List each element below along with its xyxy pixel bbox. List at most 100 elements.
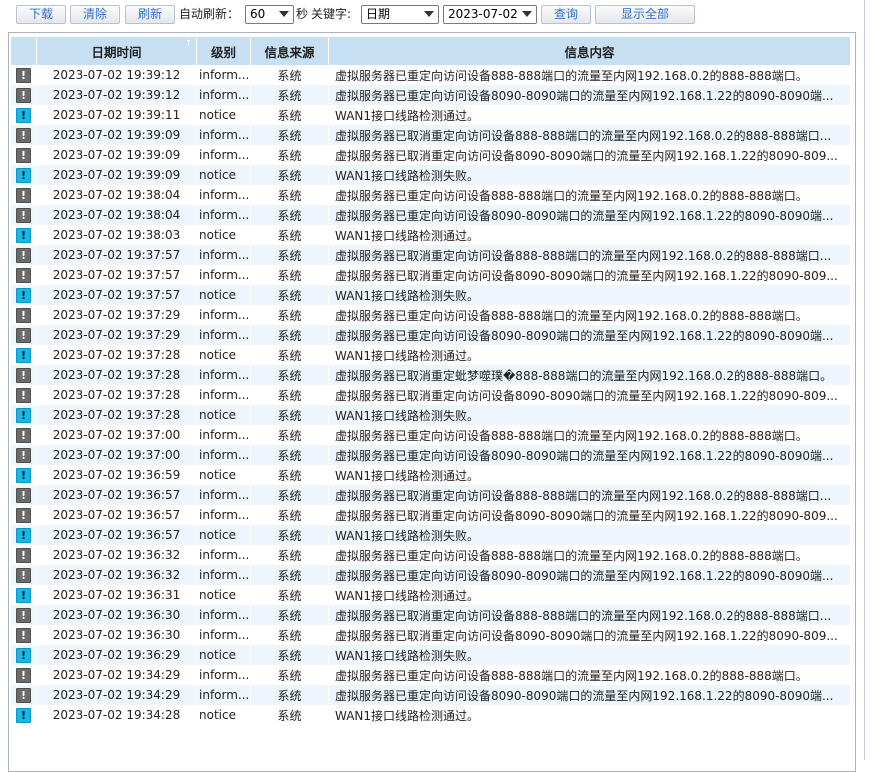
show-all-button[interactable]: 显示全部 [595, 5, 695, 24]
level-cell: inform... [197, 325, 251, 345]
download-button[interactable]: 下载 [16, 5, 66, 24]
level-cell: notice [197, 525, 251, 545]
table-row[interactable]: ! 2023-07-02 19:36:57 inform... 系统 虚拟服务器已取消重… [11, 485, 851, 505]
table-row[interactable]: ! 2023-07-02 19:37:28 notice 系统 WAN1接口线路检测通过… [11, 345, 851, 365]
datetime-cell: 2023-07-02 19:38:03 [37, 225, 197, 245]
datetime-cell: 2023-07-02 19:37:29 [37, 325, 197, 345]
table-row[interactable]: ! 2023-07-02 19:36:32 inform... 系统 虚拟服务器已重定向… [11, 545, 851, 565]
message-cell: WAN1接口线路检测通过。 [329, 585, 851, 605]
date-select[interactable]: 2023-07-02 [443, 5, 537, 24]
exclamation-cyan-icon: ! [16, 227, 31, 243]
source-cell: 系统 [251, 365, 329, 385]
table-row[interactable]: ! 2023-07-02 19:37:29 inform... 系统 虚拟服务器已重定向… [11, 325, 851, 345]
source-cell: 系统 [251, 245, 329, 265]
message-cell: 虚拟服务器已重定向访问设备888-888端口的流量至内网192.168.0.2的… [329, 665, 851, 685]
datetime-cell: 2023-07-02 19:34:29 [37, 665, 197, 685]
level-icon-cell: ! [11, 585, 37, 605]
exclamation-gray-icon: ! [16, 367, 31, 383]
level-cell: inform... [197, 505, 251, 525]
table-row[interactable]: ! 2023-07-02 19:37:28 inform... 系统 虚拟服务器已取消重… [11, 365, 851, 385]
exclamation-gray-icon: ! [16, 567, 31, 583]
table-row[interactable]: ! 2023-07-02 19:36:57 inform... 系统 虚拟服务器已取消重… [11, 505, 851, 525]
header-message[interactable]: 信息内容 [329, 37, 851, 65]
table-row[interactable]: ! 2023-07-02 19:34:29 inform... 系统 虚拟服务器已重定向… [11, 665, 851, 685]
level-cell: inform... [197, 445, 251, 465]
message-cell: WAN1接口线路检测通过。 [329, 105, 851, 125]
header-datetime[interactable]: 日期时间 [37, 37, 197, 65]
source-cell: 系统 [251, 625, 329, 645]
clear-button[interactable]: 清除 [70, 5, 120, 24]
header-level[interactable]: 级别 [197, 37, 251, 65]
level-icon-cell: ! [11, 285, 37, 305]
table-row[interactable]: ! 2023-07-02 19:37:57 inform... 系统 虚拟服务器已取消重… [11, 245, 851, 265]
auto-refresh-select[interactable]: 60 [245, 5, 294, 24]
table-row[interactable]: ! 2023-07-02 19:37:28 inform... 系统 虚拟服务器已取消重… [11, 385, 851, 405]
source-cell: 系统 [251, 705, 329, 725]
table-row[interactable]: ! 2023-07-02 19:38:04 inform... 系统 虚拟服务器已重定向… [11, 205, 851, 225]
chevron-down-icon [522, 11, 532, 17]
datetime-cell: 2023-07-02 19:36:59 [37, 465, 197, 485]
level-icon-cell: ! [11, 85, 37, 105]
datetime-cell: 2023-07-02 19:37:29 [37, 305, 197, 325]
exclamation-cyan-icon: ! [16, 407, 31, 423]
table-row[interactable]: ! 2023-07-02 19:34:29 inform... 系统 虚拟服务器已重定向… [11, 685, 851, 705]
table-row[interactable]: ! 2023-07-02 19:36:59 notice 系统 WAN1接口线路检测通过… [11, 465, 851, 485]
refresh-button[interactable]: 刷新 [125, 5, 175, 24]
table-row[interactable]: ! 2023-07-02 19:36:32 inform... 系统 虚拟服务器已重定向… [11, 565, 851, 585]
table-row[interactable]: ! 2023-07-02 19:39:12 inform... 系统 虚拟服务器已重定向… [11, 65, 851, 85]
level-icon-cell: ! [11, 665, 37, 685]
level-cell: inform... [197, 485, 251, 505]
table-row[interactable]: ! 2023-07-02 19:39:09 notice 系统 WAN1接口线路检测失败… [11, 165, 851, 185]
level-cell: notice [197, 585, 251, 605]
table-row[interactable]: ! 2023-07-02 19:36:57 notice 系统 WAN1接口线路检测失败… [11, 525, 851, 545]
source-cell: 系统 [251, 525, 329, 545]
header-source[interactable]: 信息来源 [251, 37, 329, 65]
table-row[interactable]: ! 2023-07-02 19:37:28 notice 系统 WAN1接口线路检测失败… [11, 405, 851, 425]
source-cell: 系统 [251, 265, 329, 285]
level-cell: notice [197, 645, 251, 665]
level-cell: inform... [197, 685, 251, 705]
message-cell: WAN1接口线路检测失败。 [329, 645, 851, 665]
keyword-field-select[interactable]: 日期 [361, 5, 439, 24]
message-cell: 虚拟服务器已取消重定向访问设备888-888端口的流量至内网192.168.0.… [329, 245, 851, 265]
exclamation-cyan-icon: ! [16, 107, 31, 123]
table-row[interactable]: ! 2023-07-02 19:39:09 inform... 系统 虚拟服务器已取消重… [11, 125, 851, 145]
table-row[interactable]: ! 2023-07-02 19:34:28 notice 系统 WAN1接口线路检测通过… [11, 705, 851, 725]
exclamation-gray-icon: ! [16, 607, 31, 623]
message-cell: 虚拟服务器已重定向访问设备888-888端口的流量至内网192.168.0.2的… [329, 185, 851, 205]
level-cell: inform... [197, 665, 251, 685]
message-cell: 虚拟服务器已取消重定向访问设备888-888端口的流量至内网192.168.0.… [329, 485, 851, 505]
header-icon-column[interactable] [11, 37, 37, 65]
datetime-cell: 2023-07-02 19:37:28 [37, 405, 197, 425]
table-row[interactable]: ! 2023-07-02 19:38:04 inform... 系统 虚拟服务器已重定向… [11, 185, 851, 205]
table-row[interactable]: ! 2023-07-02 19:37:57 notice 系统 WAN1接口线路检测失败… [11, 285, 851, 305]
exclamation-gray-icon: ! [16, 67, 31, 83]
message-cell: 虚拟服务器已取消重定向访问设备8090-8090端口的流量至内网192.168.… [329, 265, 851, 285]
table-row[interactable]: ! 2023-07-02 19:37:57 inform... 系统 虚拟服务器已取消重… [11, 265, 851, 285]
table-row[interactable]: ! 2023-07-02 19:37:00 inform... 系统 虚拟服务器已重定向… [11, 445, 851, 465]
table-row[interactable]: ! 2023-07-02 19:38:03 notice 系统 WAN1接口线路检测通过… [11, 225, 851, 245]
datetime-cell: 2023-07-02 19:37:57 [37, 285, 197, 305]
level-icon-cell: ! [11, 465, 37, 485]
query-button[interactable]: 查询 [541, 5, 591, 24]
table-row[interactable]: ! 2023-07-02 19:39:12 inform... 系统 虚拟服务器已重定向… [11, 85, 851, 105]
source-cell: 系统 [251, 665, 329, 685]
exclamation-gray-icon: ! [16, 247, 31, 263]
level-cell: inform... [197, 365, 251, 385]
message-cell: 虚拟服务器已取消重定向访问设备8090-8090端口的流量至内网192.168.… [329, 625, 851, 645]
level-cell: inform... [197, 65, 251, 85]
table-row[interactable]: ! 2023-07-02 19:39:09 inform... 系统 虚拟服务器已取消重… [11, 145, 851, 165]
table-row[interactable]: ! 2023-07-02 19:36:29 notice 系统 WAN1接口线路检测失败… [11, 645, 851, 665]
table-row[interactable]: ! 2023-07-02 19:36:31 notice 系统 WAN1接口线路检测通过… [11, 585, 851, 605]
table-row[interactable]: ! 2023-07-02 19:36:30 inform... 系统 虚拟服务器已取消重… [11, 625, 851, 645]
table-row[interactable]: ! 2023-07-02 19:39:11 notice 系统 WAN1接口线路检测通过… [11, 105, 851, 125]
datetime-cell: 2023-07-02 19:37:57 [37, 265, 197, 285]
table-row[interactable]: ! 2023-07-02 19:37:00 inform... 系统 虚拟服务器已重定向… [11, 425, 851, 445]
source-cell: 系统 [251, 165, 329, 185]
table-row[interactable]: ! 2023-07-02 19:36:30 inform... 系统 虚拟服务器已取消重… [11, 605, 851, 625]
message-cell: WAN1接口线路检测通过。 [329, 225, 851, 245]
exclamation-gray-icon: ! [16, 307, 31, 323]
datetime-cell: 2023-07-02 19:36:30 [37, 625, 197, 645]
level-cell: inform... [197, 565, 251, 585]
table-row[interactable]: ! 2023-07-02 19:37:29 inform... 系统 虚拟服务器已重定向… [11, 305, 851, 325]
